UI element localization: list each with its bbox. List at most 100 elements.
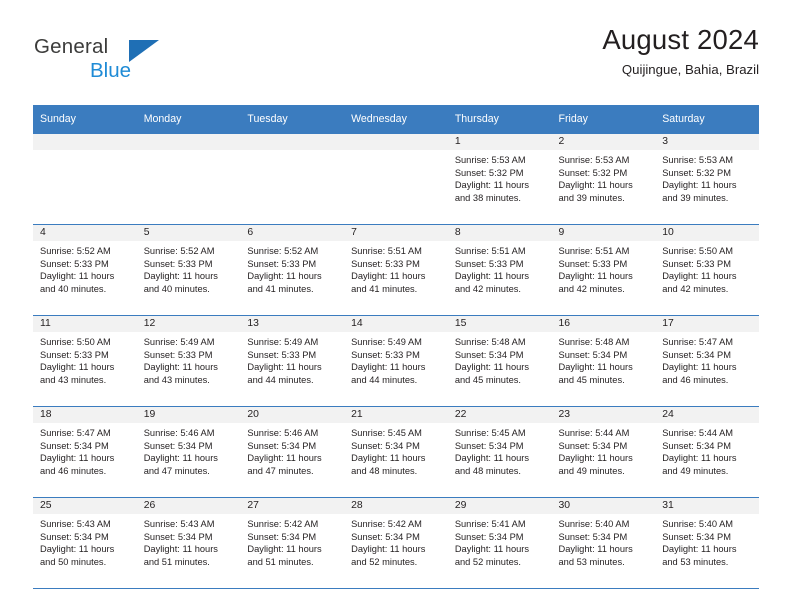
day-sun-info: Sunrise: 5:45 AM Sunset: 5:34 PM Daylight:… bbox=[448, 423, 552, 477]
daylight-text: Daylight: 11 hours and 52 minutes. bbox=[351, 544, 426, 567]
daylight-text: Daylight: 11 hours and 49 minutes. bbox=[558, 453, 633, 476]
day-number: 6 bbox=[240, 225, 345, 241]
day-sun-info: Sunrise: 5:42 AM Sunset: 5:34 PM Daylight:… bbox=[240, 514, 344, 568]
sunrise-text: Sunrise: 5:52 AM bbox=[40, 246, 111, 256]
sunrise-text: Sunrise: 5:52 AM bbox=[143, 246, 215, 256]
sunrise-text: Sunrise: 5:49 AM bbox=[351, 337, 422, 347]
daylight-text: Daylight: 11 hours and 42 minutes. bbox=[454, 271, 530, 294]
sunset-text: Sunset: 5:34 PM bbox=[351, 440, 420, 451]
logo-text-blue: Blue bbox=[90, 59, 132, 82]
day-number: 10 bbox=[655, 225, 759, 241]
sunrise-text: Sunrise: 5:41 AM bbox=[454, 519, 526, 529]
calendar-day-cell[interactable]: 19 Sunrise: 5:46 AM Sunset: 5:34 PM Dayligh… bbox=[136, 406, 241, 498]
weekday-header-thursday: Thursday bbox=[447, 105, 552, 134]
calendar-day-cell[interactable]: 21 Sunrise: 5:45 AM Sunset: 5:34 PM Dayligh… bbox=[344, 406, 448, 498]
calendar-day-cell[interactable]: 29 Sunrise: 5:41 AM Sunset: 5:34 PM Dayligh… bbox=[447, 497, 552, 589]
day-number: 15 bbox=[447, 316, 552, 332]
day-sun-info: Sunrise: 5:49 AM Sunset: 5:33 PM Daylight:… bbox=[137, 332, 241, 386]
sunrise-text: Sunrise: 5:47 AM bbox=[662, 337, 734, 347]
day-number: 17 bbox=[655, 316, 759, 332]
calendar-day-cell[interactable]: 30 Sunrise: 5:40 AM Sunset: 5:34 PM Dayligh… bbox=[551, 497, 656, 589]
calendar-day-cell[interactable]: 23 Sunrise: 5:44 AM Sunset: 5:34 PM Dayligh… bbox=[551, 406, 656, 498]
sunrise-text: Sunrise: 5:51 AM bbox=[454, 246, 526, 256]
day-sun-info: Sunrise: 5:53 AM Sunset: 5:32 PM Daylight:… bbox=[552, 150, 656, 204]
calendar-day-cell[interactable]: 28 Sunrise: 5:42 AM Sunset: 5:34 PM Dayligh… bbox=[344, 497, 448, 589]
day-number: 16 bbox=[551, 316, 656, 332]
day-number: 21 bbox=[344, 407, 448, 423]
daylight-text: Daylight: 11 hours and 48 minutes. bbox=[351, 453, 426, 476]
daylight-text: Daylight: 11 hours and 46 minutes. bbox=[662, 362, 737, 385]
generalblue-logo[interactable]: General Blue bbox=[33, 26, 263, 88]
calendar-day-cell-empty bbox=[33, 134, 137, 225]
day-sun-info: Sunrise: 5:48 AM Sunset: 5:34 PM Daylight:… bbox=[448, 332, 552, 386]
calendar-day-cell[interactable]: 14 Sunrise: 5:49 AM Sunset: 5:33 PM Dayligh… bbox=[344, 315, 448, 407]
calendar-day-cell[interactable]: 10 Sunrise: 5:50 AM Sunset: 5:33 PM Dayligh… bbox=[655, 224, 759, 316]
calendar-day-cell[interactable]: 9 Sunrise: 5:51 AM Sunset: 5:33 PM Daylight… bbox=[551, 224, 656, 316]
calendar-day-cell[interactable]: 27 Sunrise: 5:42 AM Sunset: 5:34 PM Dayligh… bbox=[240, 497, 345, 589]
sunset-text: Sunset: 5:34 PM bbox=[247, 440, 317, 451]
calendar-day-cell[interactable]: 1 Sunrise: 5:53 AM Sunset: 5:32 PM Daylight… bbox=[447, 134, 552, 225]
page-title: August 2024 bbox=[602, 24, 759, 55]
calendar-day-cell[interactable]: 8 Sunrise: 5:51 AM Sunset: 5:33 PM Daylight… bbox=[447, 224, 552, 316]
calendar-table: Sunday Monday Tuesday Wednesday Thursday… bbox=[33, 105, 759, 589]
sunrise-text: Sunrise: 5:43 AM bbox=[143, 519, 215, 529]
calendar-day-cell[interactable]: 22 Sunrise: 5:45 AM Sunset: 5:34 PM Dayligh… bbox=[447, 406, 552, 498]
day-number: 11 bbox=[33, 316, 137, 332]
calendar-day-cell[interactable]: 18 Sunrise: 5:47 AM Sunset: 5:34 PM Dayligh… bbox=[33, 406, 137, 498]
day-sun-info: Sunrise: 5:53 AM Sunset: 5:32 PM Daylight:… bbox=[655, 150, 759, 204]
sunset-text: Sunset: 5:33 PM bbox=[143, 349, 213, 360]
day-number: 8 bbox=[447, 225, 552, 241]
daylight-text: Daylight: 11 hours and 52 minutes. bbox=[454, 544, 530, 567]
calendar-day-cell[interactable]: 15 Sunrise: 5:48 AM Sunset: 5:34 PM Dayligh… bbox=[447, 315, 552, 407]
calendar-day-cell[interactable]: 24 Sunrise: 5:44 AM Sunset: 5:34 PM Dayligh… bbox=[655, 406, 759, 498]
day-number: 14 bbox=[344, 316, 448, 332]
calendar-day-cell[interactable]: 26 Sunrise: 5:43 AM Sunset: 5:34 PM Dayligh… bbox=[136, 497, 241, 589]
day-sun-info: Sunrise: 5:46 AM Sunset: 5:34 PM Daylight:… bbox=[240, 423, 344, 477]
day-number: 26 bbox=[136, 498, 241, 514]
sunrise-text: Sunrise: 5:53 AM bbox=[662, 155, 734, 165]
calendar-day-cell[interactable]: 31 Sunrise: 5:40 AM Sunset: 5:34 PM Dayligh… bbox=[655, 497, 759, 589]
calendar-day-cell[interactable]: 17 Sunrise: 5:47 AM Sunset: 5:34 PM Dayligh… bbox=[655, 315, 759, 407]
daylight-text: Daylight: 11 hours and 53 minutes. bbox=[558, 544, 633, 567]
daylight-text: Daylight: 11 hours and 43 minutes. bbox=[143, 362, 218, 385]
page-header: General Blue August 2024 Quijingue, Bahi… bbox=[33, 24, 759, 98]
calendar-week-row: 1 Sunrise: 5:53 AM Sunset: 5:32 PM Daylight… bbox=[33, 134, 759, 225]
day-sun-info: Sunrise: 5:46 AM Sunset: 5:34 PM Daylight:… bbox=[137, 423, 241, 477]
weekday-header-monday: Monday bbox=[136, 105, 241, 134]
daylight-text: Daylight: 11 hours and 41 minutes. bbox=[247, 271, 322, 294]
sunrise-text: Sunrise: 5:46 AM bbox=[247, 428, 319, 438]
sunrise-text: Sunrise: 5:47 AM bbox=[40, 428, 111, 438]
day-sun-info: Sunrise: 5:44 AM Sunset: 5:34 PM Daylight:… bbox=[552, 423, 656, 477]
sunrise-text: Sunrise: 5:48 AM bbox=[454, 337, 526, 347]
sunset-text: Sunset: 5:34 PM bbox=[143, 531, 213, 542]
daylight-text: Daylight: 11 hours and 44 minutes. bbox=[351, 362, 426, 385]
calendar-day-cell[interactable]: 4 Sunrise: 5:52 AM Sunset: 5:33 PM Daylight… bbox=[33, 224, 137, 316]
day-number: 4 bbox=[33, 225, 137, 241]
calendar-day-cell[interactable]: 3 Sunrise: 5:53 AM Sunset: 5:32 PM Daylight… bbox=[655, 134, 759, 225]
day-sun-info: Sunrise: 5:51 AM Sunset: 5:33 PM Daylight:… bbox=[552, 241, 656, 295]
sunrise-text: Sunrise: 5:51 AM bbox=[351, 246, 422, 256]
calendar-day-cell[interactable]: 7 Sunrise: 5:51 AM Sunset: 5:33 PM Daylight… bbox=[344, 224, 448, 316]
day-sun-info: Sunrise: 5:41 AM Sunset: 5:34 PM Daylight:… bbox=[448, 514, 552, 568]
calendar-header-row: Sunday Monday Tuesday Wednesday Thursday… bbox=[33, 105, 759, 134]
daylight-text: Daylight: 11 hours and 40 minutes. bbox=[143, 271, 218, 294]
day-sun-info: Sunrise: 5:52 AM Sunset: 5:33 PM Daylight:… bbox=[33, 241, 137, 295]
daylight-text: Daylight: 11 hours and 47 minutes. bbox=[143, 453, 218, 476]
calendar-day-cell[interactable]: 11 Sunrise: 5:50 AM Sunset: 5:33 PM Dayligh… bbox=[33, 315, 137, 407]
calendar-day-cell-empty bbox=[344, 134, 448, 225]
calendar-body: 1 Sunrise: 5:53 AM Sunset: 5:32 PM Daylight… bbox=[33, 134, 759, 589]
calendar-day-cell[interactable]: 16 Sunrise: 5:48 AM Sunset: 5:34 PM Dayligh… bbox=[551, 315, 656, 407]
calendar-day-cell[interactable]: 2 Sunrise: 5:53 AM Sunset: 5:32 PM Daylight… bbox=[551, 134, 656, 225]
calendar-day-cell[interactable]: 25 Sunrise: 5:43 AM Sunset: 5:34 PM Dayligh… bbox=[33, 497, 137, 589]
sunrise-text: Sunrise: 5:42 AM bbox=[247, 519, 319, 529]
sunset-text: Sunset: 5:33 PM bbox=[662, 258, 731, 269]
calendar-day-cell[interactable]: 13 Sunrise: 5:49 AM Sunset: 5:33 PM Dayligh… bbox=[240, 315, 345, 407]
sunset-text: Sunset: 5:34 PM bbox=[40, 531, 109, 542]
day-number: 25 bbox=[33, 498, 137, 514]
calendar-day-cell[interactable]: 12 Sunrise: 5:49 AM Sunset: 5:33 PM Dayligh… bbox=[136, 315, 241, 407]
sunset-text: Sunset: 5:34 PM bbox=[662, 531, 731, 542]
calendar-day-cell[interactable]: 6 Sunrise: 5:52 AM Sunset: 5:33 PM Daylight… bbox=[240, 224, 345, 316]
calendar-day-cell[interactable]: 5 Sunrise: 5:52 AM Sunset: 5:33 PM Daylight… bbox=[136, 224, 241, 316]
calendar-day-cell[interactable]: 20 Sunrise: 5:46 AM Sunset: 5:34 PM Dayligh… bbox=[240, 406, 345, 498]
daylight-text: Daylight: 11 hours and 42 minutes. bbox=[662, 271, 737, 294]
